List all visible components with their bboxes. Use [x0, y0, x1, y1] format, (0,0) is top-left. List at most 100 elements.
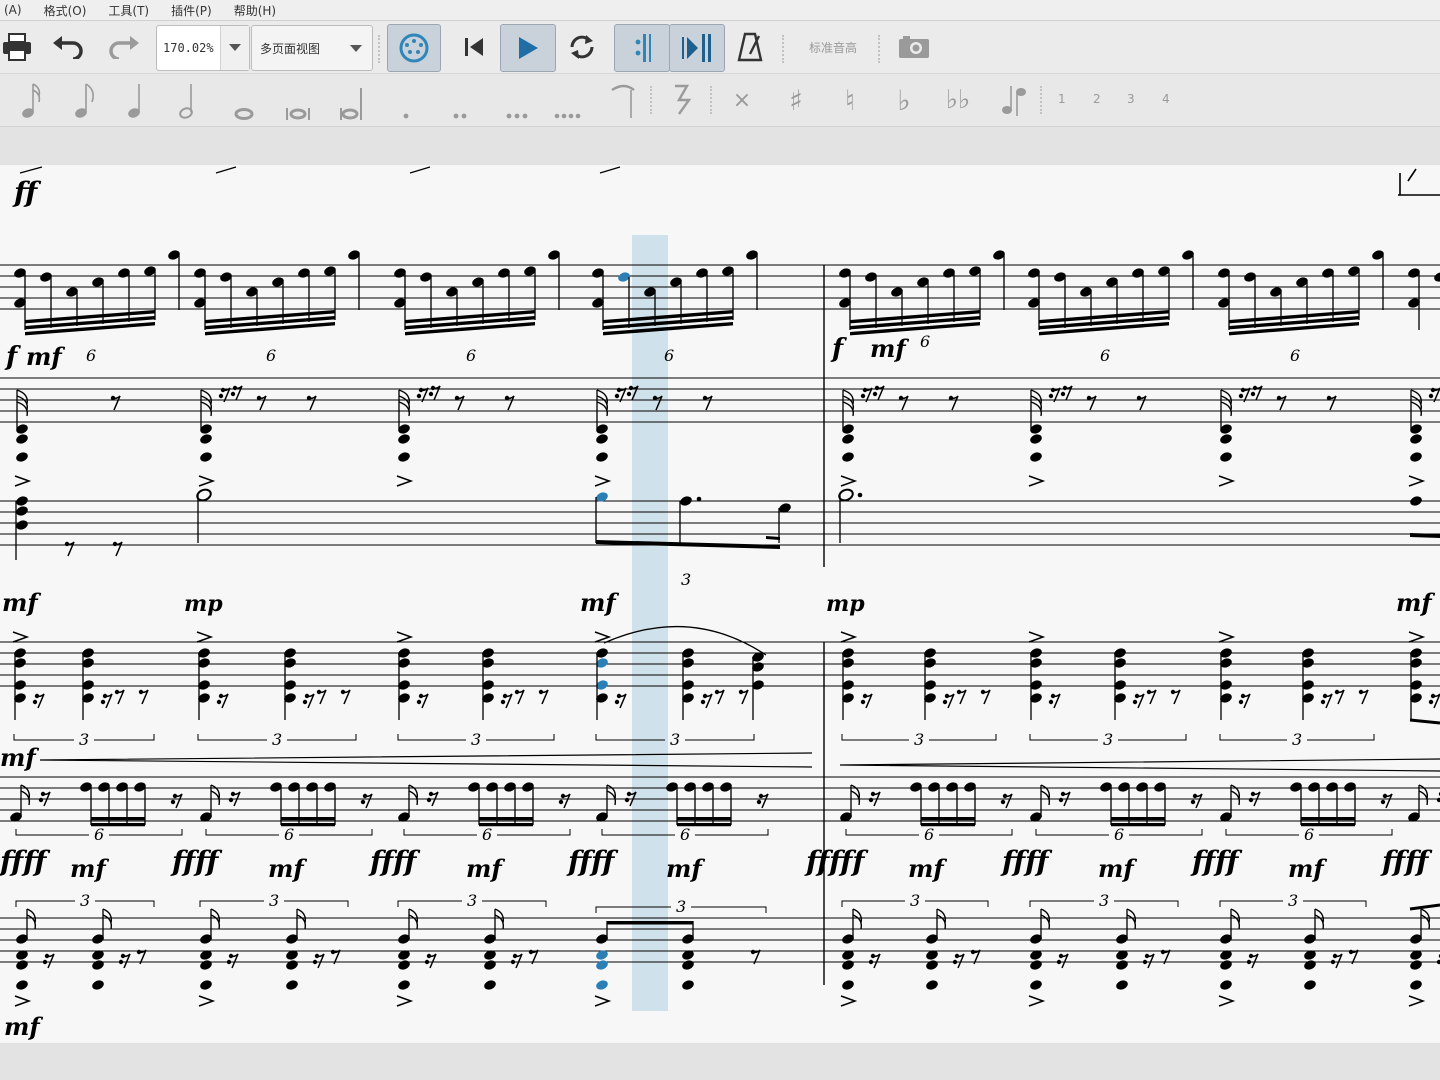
rewind-button[interactable] — [454, 29, 494, 65]
eighth-rest — [418, 693, 424, 699]
sixteenth-rest — [872, 391, 878, 397]
metronome-button[interactable] — [732, 29, 768, 65]
tuplet-number: 3 — [79, 730, 89, 749]
menu-item-help[interactable]: 帮助(H) — [234, 2, 276, 19]
loop-in-button[interactable] — [614, 24, 670, 72]
view-mode-select[interactable]: 多页面视图 — [251, 25, 373, 71]
image-capture-button[interactable] — [894, 29, 934, 65]
notehead — [16, 980, 28, 990]
duration-half-button[interactable] — [168, 74, 208, 126]
undo-button[interactable] — [46, 29, 90, 65]
zoom-dropdown-arrow[interactable] — [220, 26, 249, 70]
print-button[interactable] — [0, 29, 34, 65]
sixteenth-rest — [216, 699, 222, 705]
dynamic-mf: mf — [1288, 854, 1327, 883]
duration-64th-button[interactable] — [12, 74, 52, 126]
sixteenth-rest — [312, 959, 318, 965]
eighth-rest — [628, 385, 634, 391]
duration-breve-button[interactable] — [278, 74, 318, 126]
augmentation-dot-button[interactable] — [386, 74, 426, 126]
triple-dot-button[interactable] — [497, 74, 537, 126]
flag — [200, 389, 212, 417]
tuplet-number: 6 — [86, 346, 96, 365]
quarter-note-icon — [128, 84, 140, 118]
notehead — [16, 434, 28, 444]
eighth-rest — [426, 953, 432, 959]
flag — [852, 908, 863, 930]
flag — [296, 908, 307, 930]
score-page[interactable]: 6 6 6 6 6 66fff mf f mf3mf mp mf mp mf3 3 3 3 3 3 3mf6 6 6 6 6… — [0, 165, 1440, 1043]
double-flat-button[interactable]: ♭♭ — [938, 74, 978, 126]
tuplet-number: 6 — [924, 825, 934, 844]
play-button[interactable] — [500, 24, 556, 72]
notehead — [682, 980, 694, 990]
double-dot-button[interactable] — [440, 74, 480, 126]
flat-button[interactable]: ♭ — [884, 74, 924, 126]
notehead — [680, 496, 692, 506]
tuplet-number: 6 — [284, 825, 294, 844]
tuplet-number: 6 — [466, 346, 476, 365]
menu-item-a[interactable]: (A) — [4, 3, 22, 17]
voice-3-button[interactable]: 3 — [1127, 92, 1135, 106]
voice-1-button[interactable]: 1 — [1058, 92, 1066, 106]
accent-mark — [396, 475, 414, 487]
voice-4-button[interactable]: 4 — [1162, 92, 1170, 106]
flag — [1030, 389, 1042, 417]
notehead — [398, 434, 410, 444]
print-icon — [3, 33, 31, 61]
flag — [1314, 908, 1325, 930]
augmentation-dot — [696, 496, 702, 502]
loop-playback-button[interactable] — [560, 29, 604, 65]
tab-strip — [0, 127, 1440, 165]
sixteenth-rest — [1060, 391, 1066, 397]
sharp-button[interactable]: ♯ — [776, 74, 816, 126]
tuplet-number: 6 — [1114, 825, 1124, 844]
sixteenth-rest — [500, 699, 506, 705]
breve-icon — [286, 108, 310, 120]
tie-button[interactable] — [604, 74, 644, 126]
duration-longa-button[interactable] — [332, 74, 372, 126]
eighth-rest — [750, 949, 756, 955]
duration-whole-button[interactable] — [224, 74, 264, 126]
eighth-rest — [1050, 693, 1056, 699]
flip-direction-button[interactable] — [994, 74, 1034, 126]
menu-item-plugins[interactable]: 插件(P) — [171, 2, 212, 19]
natural-button[interactable]: ♮ — [830, 74, 870, 126]
dynamic-mf: mf — [666, 854, 705, 883]
accent-mark — [198, 475, 216, 487]
duration-eighth-button[interactable] — [65, 74, 105, 126]
score-canvas[interactable]: 6 6 6 6 6 6 6 ff f mf f mf 3 mf mp mf mp mf 3 3 3 3 3 3 3 mf 6 6 6 6 6… — [0, 165, 1440, 1043]
concert-pitch-button[interactable]: 标准音高 — [798, 33, 868, 61]
quadruple-dot-button[interactable] — [548, 74, 588, 126]
voice-2-button[interactable]: 2 — [1093, 92, 1101, 106]
undo-icon — [53, 36, 83, 59]
redo-button[interactable] — [102, 29, 146, 65]
flag — [1126, 908, 1137, 930]
notehead — [16, 506, 28, 516]
rest-button[interactable] — [662, 74, 702, 126]
sixteenth-rest — [624, 797, 630, 803]
tuplet-number: 6 — [664, 346, 674, 365]
midi-input-button[interactable] — [387, 24, 441, 72]
eighth-rest — [120, 953, 126, 959]
eighth-rest — [418, 387, 424, 393]
eighth-rest — [1002, 793, 1008, 799]
eighth-rest — [316, 689, 322, 695]
sixteenth-rest — [230, 391, 236, 397]
menu-item-tools[interactable]: 工具(T) — [108, 2, 149, 19]
accent-mark — [396, 995, 414, 1007]
menu-item-format[interactable]: 格式(O) — [44, 2, 87, 19]
flag — [26, 908, 37, 930]
eighth-rest — [1240, 387, 1246, 393]
loop-out-button[interactable] — [669, 24, 725, 72]
eighth-rest — [702, 693, 708, 699]
flag — [398, 389, 410, 417]
eighth-rest — [874, 385, 880, 391]
chevron-down-icon — [229, 44, 241, 51]
duration-quarter-button[interactable] — [116, 74, 156, 126]
eighth-rest — [230, 791, 236, 797]
double-sharp-button[interactable]: × — [722, 74, 762, 126]
tuplet-number: 6 — [680, 825, 690, 844]
zoom-combobox[interactable]: 170.02% — [156, 25, 250, 71]
dynamic-mf: mf — [870, 334, 909, 363]
